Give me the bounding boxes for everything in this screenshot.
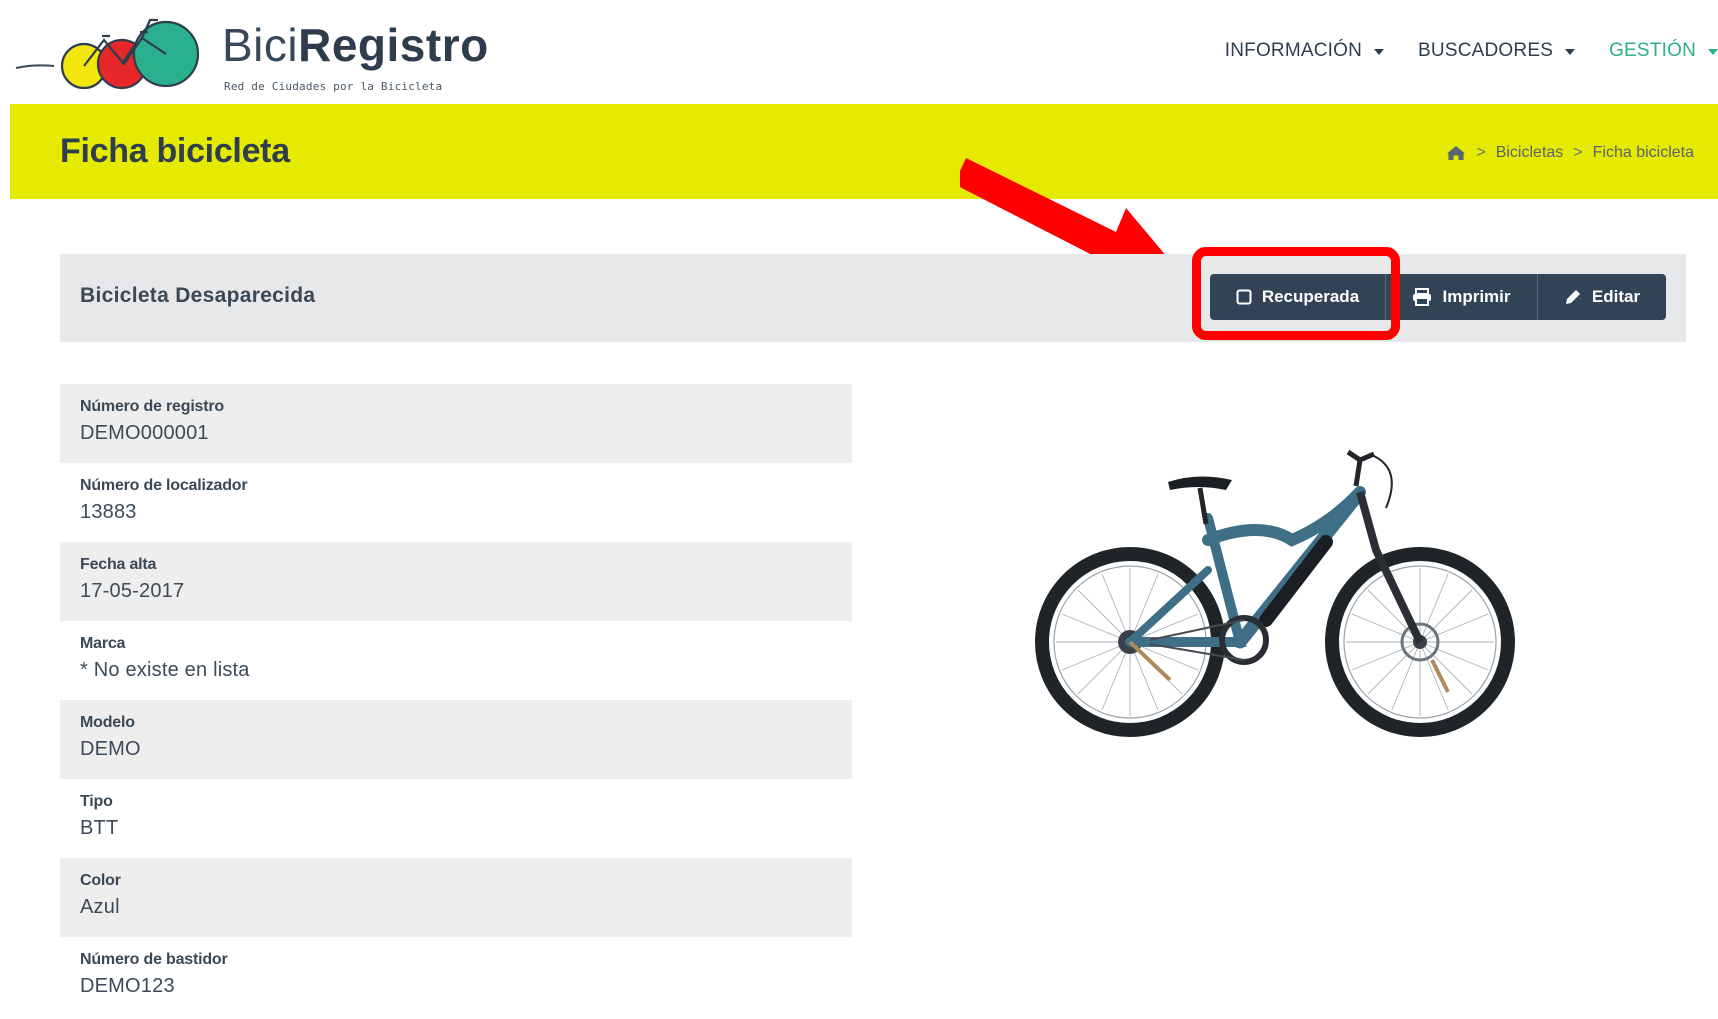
detail-row-modelo: Modelo DEMO	[60, 700, 852, 779]
imprimir-label: Imprimir	[1442, 287, 1511, 306]
bicycle-photo	[1035, 449, 1515, 737]
nav-item-label: INFORMACIÓN	[1224, 40, 1363, 61]
detail-row-numero-registro: Número de registro DEMO000001	[60, 384, 852, 463]
page-title-bar: Ficha bicicleta > Bicicletas > Ficha bic…	[10, 104, 1718, 199]
main-nav: INFORMACIÓN BUSCADORES GESTIÓN	[1191, 36, 1718, 66]
breadcrumb-item-current: Ficha bicicleta	[1592, 144, 1694, 161]
detail-row-fecha-alta: Fecha alta 17-05-2017	[60, 542, 852, 621]
nav-item-label: GESTIÓN	[1609, 40, 1696, 61]
brand-logo[interactable]: BiciRegistro Red de Ciudades por la Bici…	[14, 6, 514, 98]
chevron-down-icon	[1708, 49, 1718, 55]
recuperada-label: Recuperada	[1261, 287, 1360, 306]
detail-row-numero-bastidor: Número de bastidor DEMO123	[60, 937, 852, 1016]
chevron-down-icon	[1565, 49, 1576, 55]
detail-label: Fecha alta	[80, 556, 157, 573]
nav-item-gestion[interactable]: GESTIÓN	[1609, 40, 1718, 62]
detail-label: Número de bastidor	[80, 951, 228, 968]
action-button-group: Recuperada Imprimir Editar	[1210, 274, 1666, 320]
editar-label: Editar	[1591, 287, 1641, 306]
breadcrumb-item-bicicletas[interactable]: Bicicletas	[1496, 144, 1564, 162]
detail-label: Marca	[80, 635, 126, 652]
detail-label: Tipo	[80, 793, 113, 810]
detail-value: Azul	[80, 896, 120, 918]
bike-details-list: Número de registro DEMO000001 Número de …	[60, 384, 852, 1016]
detail-value: DEMO	[80, 738, 141, 760]
editar-button[interactable]: Editar	[1538, 274, 1666, 320]
detail-row-color: Color Azul	[60, 858, 852, 937]
breadcrumb-separator: >	[1573, 144, 1583, 161]
brand-subtitle: Red de Ciudades por la Bicicleta	[224, 80, 443, 93]
site-header: BiciRegistro Red de Ciudades por la Bici…	[0, 0, 1718, 104]
imprimir-button[interactable]: Imprimir	[1386, 274, 1538, 320]
page-title: Ficha bicicleta	[60, 132, 290, 170]
breadcrumb-separator: >	[1476, 144, 1486, 161]
detail-value: 13883	[80, 501, 137, 523]
recuperada-button[interactable]: Recuperada	[1210, 274, 1386, 320]
detail-label: Color	[80, 872, 121, 889]
bike-status-panel-header: Bicicleta Desaparecida Recuperada Imprim…	[60, 254, 1686, 342]
bike-status-title: Bicicleta Desaparecida	[80, 284, 316, 307]
detail-value: * No existe en lista	[80, 659, 250, 681]
detail-value: DEMO000001	[80, 422, 209, 444]
breadcrumb: > Bicicletas > Ficha bicicleta	[1446, 144, 1694, 162]
nav-item-informacion[interactable]: INFORMACIÓN	[1224, 40, 1385, 62]
detail-row-tipo: Tipo BTT	[60, 779, 852, 858]
detail-row-marca: Marca * No existe en lista	[60, 621, 852, 700]
detail-value: BTT	[80, 817, 119, 839]
print-icon	[1413, 288, 1432, 306]
detail-value: DEMO123	[80, 975, 175, 997]
brand-name: BiciRegistro	[222, 19, 489, 71]
nav-item-buscadores[interactable]: BUSCADORES	[1418, 40, 1576, 62]
bicycles-logo-icon	[15, 18, 200, 90]
pencil-icon	[1565, 290, 1580, 304]
detail-label: Número de registro	[80, 398, 224, 415]
checkbox-icon	[1236, 289, 1252, 305]
detail-value: 17-05-2017	[80, 580, 185, 602]
nav-item-label: BUSCADORES	[1418, 40, 1554, 61]
detail-label: Modelo	[80, 714, 135, 731]
chevron-down-icon	[1374, 49, 1385, 55]
home-icon[interactable]	[1446, 145, 1466, 161]
detail-row-numero-localizador: Número de localizador 13883	[60, 463, 852, 542]
detail-label: Número de localizador	[80, 477, 248, 494]
